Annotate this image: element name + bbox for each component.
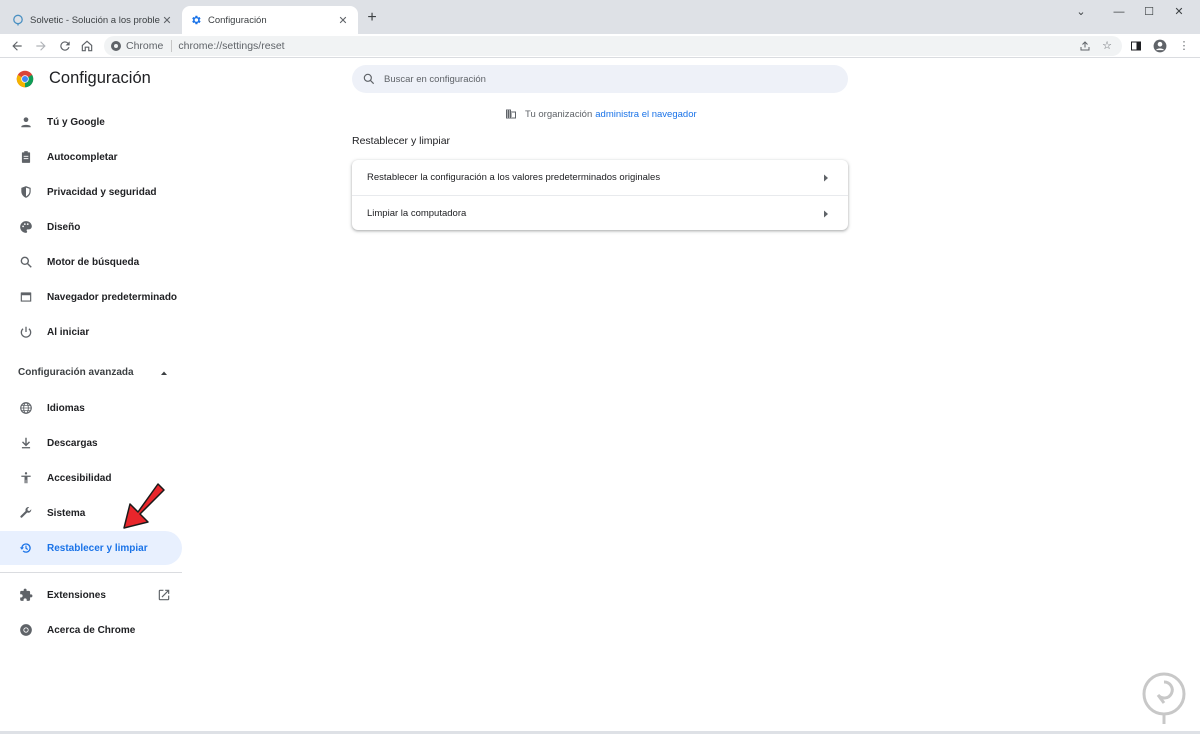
sidebar-item-label: Diseño	[47, 221, 81, 233]
sidebar-item-label: Restablecer y limpiar	[47, 542, 148, 554]
sidebar-item-idiomas[interactable]: Idiomas	[0, 391, 182, 425]
download-icon	[18, 435, 34, 451]
sidebar-item-label: Accesibilidad	[47, 472, 112, 484]
chrome-site-icon	[111, 41, 121, 51]
person-icon	[18, 114, 34, 130]
sidebar-item-descargas[interactable]: Descargas	[0, 426, 182, 460]
clipboard-icon	[18, 149, 34, 165]
managed-link[interactable]: administra el navegador	[595, 109, 696, 120]
sidebar-item-label: Sistema	[47, 507, 86, 519]
clean-up-computer-row[interactable]: Limpiar la computadora	[352, 196, 848, 231]
settings-search-input[interactable]: Buscar en configuración	[352, 65, 848, 93]
chrome-logo-icon	[16, 70, 34, 88]
sidebar-item-label: Autocompletar	[47, 151, 118, 163]
advanced-section-toggle[interactable]: Configuración avanzada	[18, 367, 134, 378]
chrome-icon	[18, 622, 34, 638]
tab-solvetic[interactable]: Solvetic - Solución a los problemas ✕	[4, 6, 182, 34]
sidebar-item-label: Navegador predeterminado	[47, 291, 178, 303]
side-panel-icon[interactable]	[1128, 38, 1144, 54]
sidebar-item-label: Descargas	[47, 437, 98, 449]
search-icon	[18, 254, 34, 270]
sidebar-item-navegador-predeterminado[interactable]: Navegador predeterminado	[0, 280, 182, 314]
browser-icon	[18, 289, 34, 305]
caret-up-icon[interactable]	[160, 369, 168, 377]
external-link-icon	[158, 589, 170, 601]
solvetic-watermark-logo	[1142, 672, 1186, 724]
gear-icon	[190, 14, 202, 26]
sidebar-item-motor-busqueda[interactable]: Motor de búsqueda	[0, 245, 182, 279]
building-icon	[506, 109, 516, 119]
sidebar-item-label: Acerca de Chrome	[47, 624, 136, 636]
managed-by-org-notice: Tu organización administra el navegador	[505, 108, 697, 120]
new-tab-button[interactable]: +	[364, 10, 380, 26]
reset-to-defaults-row[interactable]: Restablecer la configuración a los valor…	[352, 160, 848, 195]
restore-icon	[18, 540, 34, 556]
shield-icon	[18, 184, 34, 200]
menu-kebab-icon[interactable]: ⋮	[1176, 38, 1192, 54]
sidebar-item-diseno[interactable]: Diseño	[0, 210, 182, 244]
row-label: Limpiar la computadora	[367, 208, 467, 219]
sidebar-item-autocompletar[interactable]: Autocompletar	[0, 140, 182, 174]
wrench-icon	[18, 505, 34, 521]
puzzle-icon	[18, 587, 34, 603]
page-title: Configuración	[49, 69, 151, 87]
search-icon	[363, 73, 375, 85]
close-window-button[interactable]: ✕	[1164, 4, 1194, 20]
home-button[interactable]	[78, 37, 96, 55]
row-label: Restablecer la configuración a los valor…	[367, 172, 661, 183]
url-text: chrome://settings/reset	[178, 40, 285, 52]
browser-toolbar: Chrome chrome://settings/reset ☆ ⋮	[0, 34, 1200, 58]
reload-button[interactable]	[56, 37, 74, 55]
tab-search-chevron-icon[interactable]: ⌄	[1066, 4, 1096, 20]
sidebar-item-label: Tú y Google	[47, 116, 105, 128]
managed-prefix: Tu organización	[525, 108, 593, 120]
sidebar-item-privacidad[interactable]: Privacidad y seguridad	[0, 175, 182, 209]
bookmark-star-icon[interactable]: ☆	[1099, 38, 1115, 54]
tab-configuracion[interactable]: Configuración ✕	[182, 6, 358, 34]
profile-avatar-icon[interactable]	[1152, 38, 1168, 54]
palette-icon	[18, 219, 34, 235]
arrow-right-icon	[824, 174, 828, 181]
tab-strip: Solvetic - Solución a los problemas ✕ Co…	[0, 0, 1200, 34]
minimize-button[interactable]: —	[1104, 4, 1134, 20]
solvetic-favicon-icon	[12, 14, 24, 26]
arrow-right-icon	[824, 210, 828, 217]
sidebar-item-label: Extensiones	[47, 589, 106, 601]
accessibility-icon	[18, 470, 34, 486]
search-placeholder: Buscar en configuración	[384, 73, 486, 85]
sidebar-item-label: Al iniciar	[47, 326, 90, 338]
globe-icon	[18, 400, 34, 416]
sidebar-item-restablecer[interactable]: Restablecer y limpiar	[0, 531, 182, 565]
reset-settings-card: Restablecer la configuración a los valor…	[352, 160, 848, 230]
sidebar-item-label: Idiomas	[47, 402, 85, 414]
tab-close-icon[interactable]: ✕	[336, 13, 350, 27]
tab-close-icon[interactable]: ✕	[160, 13, 174, 27]
sidebar-item-al-iniciar[interactable]: Al iniciar	[0, 315, 182, 349]
sidebar-item-acerca-de-chrome[interactable]: Acerca de Chrome	[0, 613, 182, 647]
section-title: Restablecer y limpiar	[352, 135, 451, 147]
forward-button[interactable]	[32, 37, 50, 55]
sidebar-item-tu-y-google[interactable]: Tú y Google	[0, 105, 182, 139]
site-label: Chrome	[126, 40, 173, 52]
tab-title: Configuración	[208, 14, 267, 26]
sidebar-item-extensiones[interactable]: Extensiones	[0, 578, 182, 612]
tab-title: Solvetic - Solución a los problemas	[30, 14, 160, 26]
maximize-button[interactable]: ☐	[1134, 4, 1164, 20]
share-icon[interactable]	[1077, 38, 1093, 54]
sidebar-item-label: Motor de búsqueda	[47, 256, 140, 268]
back-button[interactable]	[8, 37, 26, 55]
sidebar-divider	[0, 572, 182, 573]
annotation-arrow-icon	[123, 483, 165, 529]
power-icon	[18, 324, 34, 340]
address-bar[interactable]: Chrome chrome://settings/reset	[104, 36, 1122, 56]
sidebar-item-label: Privacidad y seguridad	[47, 186, 157, 198]
